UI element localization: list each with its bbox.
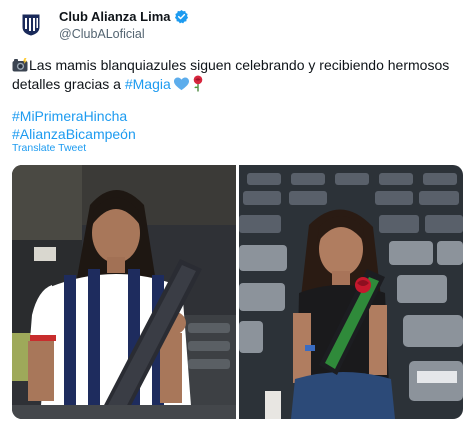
name-row: Club Alianza Lima — [59, 9, 189, 24]
tweet-text: Las mamis blanquiazules siguen celebrand… — [12, 56, 464, 94]
hashtag-link-alianzabicampeon[interactable]: #AlianzaBicampeón — [12, 125, 136, 143]
tweet-line-2: detalles gracias a #Magia — [12, 75, 464, 94]
hashtag-list: #MiPrimeraHincha #AlianzaBicampeón — [12, 107, 136, 143]
photo-image — [239, 165, 463, 419]
account-handle[interactable]: @ClubALoficial — [59, 27, 145, 41]
tweet-line-2-text: detalles gracias a — [12, 76, 125, 92]
photo-woman-striped-jersey[interactable] — [12, 165, 236, 419]
avatar[interactable] — [14, 8, 48, 42]
verified-badge-icon — [175, 9, 189, 24]
alianza-lima-crest-icon — [22, 14, 40, 36]
tweet-card: Club Alianza Lima @ClubALoficial Las mam… — [0, 0, 474, 430]
display-name[interactable]: Club Alianza Lima — [59, 9, 170, 24]
blue-heart-emoji — [173, 77, 189, 91]
photo-image — [12, 165, 236, 419]
tweet-line-1: Las mamis blanquiazules siguen celebrand… — [12, 56, 464, 75]
camera-flash-emoji — [12, 58, 28, 72]
tweet-header: Club Alianza Lima @ClubALoficial — [14, 6, 464, 44]
photo-woman-stadium-seats[interactable] — [239, 165, 463, 419]
tweet-media — [12, 165, 463, 419]
tweet-line-1-text: Las mamis blanquiazules siguen celebrand… — [29, 57, 450, 73]
rose-emoji — [193, 75, 203, 92]
translate-tweet-link[interactable]: Translate Tweet — [12, 142, 86, 154]
magia-hashtag-link[interactable]: #Magia — [125, 76, 171, 92]
hashtag-link-miprimerahincha[interactable]: #MiPrimeraHincha — [12, 107, 136, 125]
